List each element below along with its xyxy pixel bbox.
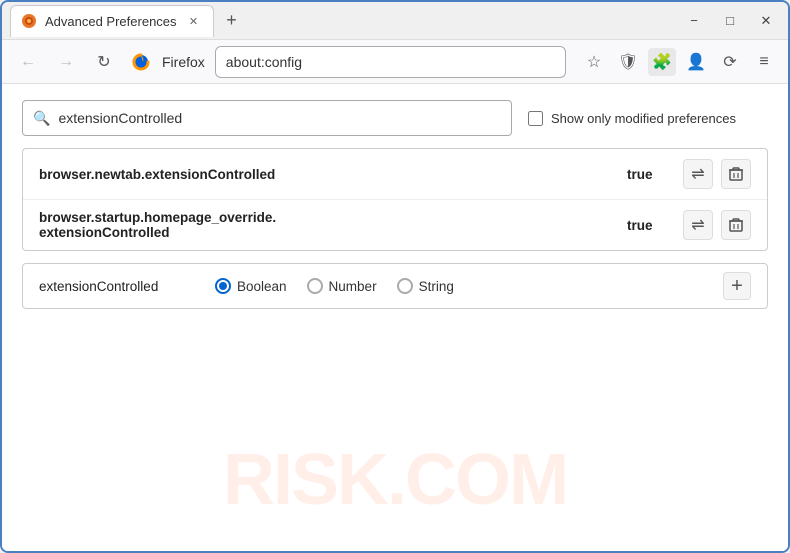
delete-button-1[interactable] xyxy=(721,159,751,189)
number-radio-label[interactable]: Number xyxy=(307,278,377,294)
active-tab[interactable]: Advanced Preferences ✕ xyxy=(10,5,214,37)
browser-window: Advanced Preferences ✕ + − □ ✕ ← → ↻ Fir… xyxy=(0,0,790,553)
minimize-button[interactable]: − xyxy=(680,7,708,35)
reload-button[interactable]: ↻ xyxy=(88,46,120,78)
tab-favicon xyxy=(21,13,37,29)
window-controls: − □ ✕ xyxy=(680,7,780,35)
boolean-radio[interactable] xyxy=(215,278,231,294)
pref-value-2: true xyxy=(627,218,667,233)
maximize-button[interactable]: □ xyxy=(716,7,744,35)
table-row: browser.newtab.extensionControlled true … xyxy=(23,149,767,200)
forward-button[interactable]: → xyxy=(50,46,82,78)
tab-label: Advanced Preferences xyxy=(45,14,177,29)
pref-value-1: true xyxy=(627,167,667,182)
new-tab-button[interactable]: + xyxy=(218,7,246,35)
number-label: Number xyxy=(329,279,377,294)
pref-name-2: browser.startup.homepage_override. exten… xyxy=(39,210,627,240)
profile-icon[interactable]: 👤 xyxy=(682,48,710,76)
pref-actions-2: ⇌ xyxy=(683,210,751,240)
number-radio[interactable] xyxy=(307,278,323,294)
string-radio[interactable] xyxy=(397,278,413,294)
search-input[interactable] xyxy=(58,110,501,126)
string-label: String xyxy=(419,279,454,294)
add-preference-button[interactable]: + xyxy=(723,272,751,300)
firefox-logo-icon xyxy=(130,51,152,73)
title-bar: Advanced Preferences ✕ + − □ ✕ xyxy=(2,2,788,40)
checkbox-label-text: Show only modified preferences xyxy=(551,111,736,126)
boolean-radio-label[interactable]: Boolean xyxy=(215,278,287,294)
browser-name: Firefox xyxy=(162,54,205,70)
back-button[interactable]: ← xyxy=(12,46,44,78)
sync-icon[interactable]: ⟳ xyxy=(716,48,744,76)
watermark: RISK.COM xyxy=(223,439,567,521)
modified-only-checkbox[interactable] xyxy=(528,111,543,126)
preferences-table: browser.newtab.extensionControlled true … xyxy=(22,148,768,251)
type-radio-group: Boolean Number String xyxy=(215,278,707,294)
table-row: browser.startup.homepage_override. exten… xyxy=(23,200,767,250)
search-icon: 🔍 xyxy=(33,110,50,127)
address-text: about:config xyxy=(226,54,302,70)
delete-button-2[interactable] xyxy=(721,210,751,240)
close-button[interactable]: ✕ xyxy=(752,7,780,35)
delete-icon-1 xyxy=(728,166,744,182)
nav-icons: ☆ 🛡 🧩 👤 ⟳ ≡ xyxy=(580,48,778,76)
search-container: 🔍 Show only modified preferences xyxy=(22,100,768,136)
bookmark-icon[interactable]: ☆ xyxy=(580,48,608,76)
boolean-label: Boolean xyxy=(237,279,287,294)
new-pref-name: extensionControlled xyxy=(39,279,199,294)
tab-close-button[interactable]: ✕ xyxy=(185,12,203,30)
address-bar[interactable]: about:config xyxy=(215,46,566,78)
shield-icon[interactable]: 🛡 xyxy=(614,48,642,76)
search-input-wrapper: 🔍 xyxy=(22,100,512,136)
delete-icon-2 xyxy=(728,217,744,233)
nav-bar: ← → ↻ Firefox about:config ☆ 🛡 🧩 👤 ⟳ ≡ xyxy=(2,40,788,84)
extensions-icon[interactable]: 🧩 xyxy=(648,48,676,76)
add-preference-row: extensionControlled Boolean Number Strin… xyxy=(22,263,768,309)
toggle-button-2[interactable]: ⇌ xyxy=(683,210,713,240)
toggle-button-1[interactable]: ⇌ xyxy=(683,159,713,189)
pref-name-1: browser.newtab.extensionControlled xyxy=(39,167,627,182)
menu-icon[interactable]: ≡ xyxy=(750,48,778,76)
string-radio-label[interactable]: String xyxy=(397,278,454,294)
modified-only-checkbox-label[interactable]: Show only modified preferences xyxy=(528,111,736,126)
content-area: RISK.COM 🔍 Show only modified preference… xyxy=(2,84,788,551)
pref-actions-1: ⇌ xyxy=(683,159,751,189)
